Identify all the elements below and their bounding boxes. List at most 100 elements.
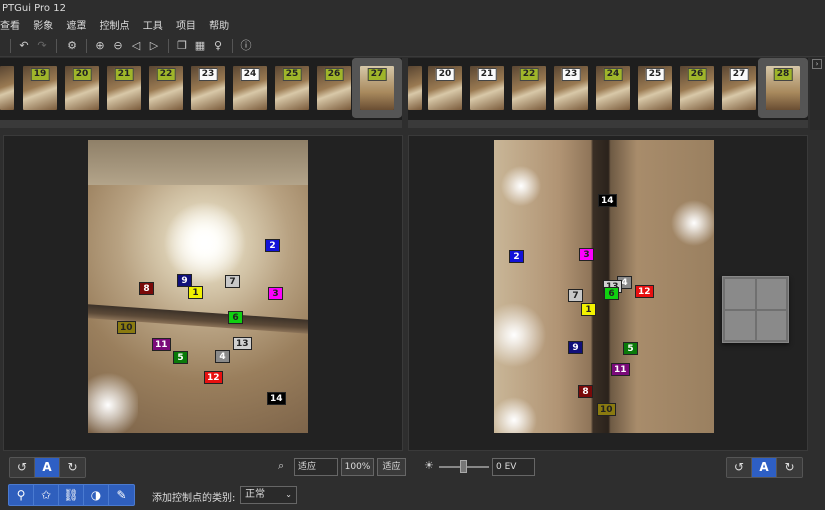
right-strip-scrollbar[interactable]	[408, 120, 808, 128]
pin-icon[interactable]: ⚲	[9, 485, 34, 505]
control-point-3[interactable]: 3	[579, 248, 594, 261]
thumbnail-25[interactable]: 25	[638, 66, 672, 110]
menu-view[interactable]: 查看	[0, 18, 20, 35]
left-strip-scrollbar[interactable]	[0, 120, 402, 128]
thumbnail-22[interactable]: 22	[149, 66, 183, 110]
control-point-7[interactable]: 7	[568, 289, 583, 302]
rotate-ccw-button[interactable]: ↺	[10, 458, 35, 477]
control-point-8[interactable]: 8	[139, 282, 154, 295]
control-point-2[interactable]: 2	[265, 239, 280, 252]
thumbnail-partial[interactable]	[0, 66, 14, 110]
exposure-slider-thumb[interactable]	[460, 460, 467, 473]
control-point-3[interactable]: 3	[268, 287, 283, 300]
control-point-12[interactable]: 12	[204, 371, 223, 384]
thumbnail-24[interactable]: 24	[233, 66, 267, 110]
control-point-8[interactable]: 8	[578, 385, 593, 398]
left-image[interactable]: 2 9 7 8 1 3 6 10 11 13 5 4 12 14	[88, 140, 308, 433]
exposure-input[interactable]: 0 EV	[492, 458, 535, 476]
lightbulb-icon[interactable]: ♀	[210, 38, 226, 54]
strip-vertical-scroll[interactable]: ›	[810, 57, 825, 130]
thumbnail-21[interactable]: 21	[470, 66, 504, 110]
undo-icon[interactable]: ↶	[16, 38, 32, 54]
control-point-9[interactable]: 9	[568, 341, 583, 354]
next-icon[interactable]: ▷	[146, 38, 162, 54]
control-point-12[interactable]: 12	[635, 285, 654, 298]
grid-cell[interactable]	[756, 279, 786, 309]
control-point-6[interactable]: 6	[604, 287, 619, 300]
rotate-cw-button[interactable]: ↻	[60, 458, 85, 477]
contrast-icon[interactable]: ◑	[84, 485, 109, 505]
star-icon[interactable]: ✩	[34, 485, 59, 505]
thumbnail-21[interactable]: 21	[107, 66, 141, 110]
thumbnail-27[interactable]: 27	[722, 66, 756, 110]
zoom-out-icon[interactable]: ⊖	[110, 38, 126, 54]
thumbnail-label: 27	[729, 68, 749, 81]
grid-cell[interactable]	[725, 310, 755, 340]
grid-cell[interactable]	[725, 279, 755, 309]
thumbnail-26[interactable]: 26	[680, 66, 714, 110]
auto-rotate-button[interactable]: A	[35, 458, 60, 477]
control-point-5[interactable]: 5	[173, 351, 188, 364]
control-point-14[interactable]: 14	[267, 392, 286, 405]
windows-icon[interactable]: ❐	[174, 38, 190, 54]
control-point-1[interactable]: 1	[581, 303, 596, 316]
control-point-11[interactable]: 11	[611, 363, 630, 376]
table-icon[interactable]: ▦	[192, 38, 208, 54]
thumbnail-partial[interactable]	[408, 66, 422, 110]
thumbnail-26[interactable]: 26	[317, 66, 351, 110]
redo-icon[interactable]: ↷	[34, 38, 50, 54]
thumbnail-25[interactable]: 25	[275, 66, 309, 110]
zoom-in-icon[interactable]: ⊕	[92, 38, 108, 54]
zoom-input[interactable]: 适应	[294, 458, 338, 476]
control-point-4[interactable]: 4	[215, 350, 230, 363]
zoom-100-button[interactable]: 100%	[341, 458, 374, 476]
cp-tool-group: ⚲ ✩ ⛓ ◑ ✎	[8, 484, 135, 506]
control-point-11[interactable]: 11	[152, 338, 171, 351]
previous-icon[interactable]: ◁	[128, 38, 144, 54]
control-point-7[interactable]: 7	[225, 275, 240, 288]
control-point-14[interactable]: 14	[598, 194, 617, 207]
thumbnail-20[interactable]: 20	[428, 66, 462, 110]
menu-mask[interactable]: 遮罩	[66, 18, 86, 35]
menu-control-points[interactable]: 控制点	[100, 18, 130, 35]
thumbnail-19[interactable]: 19	[23, 66, 57, 110]
image-layout-widget[interactable]	[722, 276, 789, 343]
rotate-cw-button[interactable]: ↻	[777, 458, 802, 477]
control-point-6[interactable]: 6	[228, 311, 243, 324]
rotate-ccw-button[interactable]: ↺	[727, 458, 752, 477]
thumbnail-label: 24	[603, 68, 623, 81]
grid-cell[interactable]	[756, 310, 786, 340]
thumbnail-label: 20	[72, 68, 92, 81]
link-icon[interactable]: ⛓	[59, 485, 84, 505]
cp-type-select[interactable]: 正常 ⌄	[240, 486, 297, 504]
left-rotate-group: ↺ A ↻	[9, 457, 86, 478]
thumbnail-28-selected[interactable]: 28	[766, 66, 800, 110]
control-point-1[interactable]: 1	[188, 286, 203, 299]
zoom-fit-button[interactable]: 适应	[377, 458, 406, 476]
thumbnail-label: 28	[773, 68, 793, 81]
settings-icon[interactable]: ⚙	[64, 38, 80, 54]
thumbnail-20[interactable]: 20	[65, 66, 99, 110]
menu-help[interactable]: 帮助	[209, 18, 229, 35]
thumbnail-23[interactable]: 23	[191, 66, 225, 110]
menu-project[interactable]: 项目	[176, 18, 196, 35]
thumbnail-22[interactable]: 22	[512, 66, 546, 110]
menu-tools[interactable]: 工具	[143, 18, 163, 35]
thumbnail-23[interactable]: 23	[554, 66, 588, 110]
right-image[interactable]: 14 2 3 4 13 6 12 7 1 9 5 11 8 10	[494, 140, 714, 433]
eyedropper-icon[interactable]: ✎	[109, 485, 134, 505]
control-point-2[interactable]: 2	[509, 250, 524, 263]
control-point-10[interactable]: 10	[597, 403, 616, 416]
control-point-13[interactable]: 13	[233, 337, 252, 350]
auto-rotate-button[interactable]: A	[752, 458, 777, 477]
thumbnail-label: 22	[156, 68, 176, 81]
scroll-arrow-icon[interactable]: ›	[812, 59, 822, 69]
thumbnail-24[interactable]: 24	[596, 66, 630, 110]
help-icon[interactable]: ⓘ	[238, 38, 254, 54]
thumbnail-27-selected[interactable]: 27	[360, 66, 394, 110]
thumbnail-label: 27	[367, 68, 387, 81]
control-point-10[interactable]: 10	[117, 321, 136, 334]
control-point-5[interactable]: 5	[623, 342, 638, 355]
menu-images[interactable]: 影象	[33, 18, 53, 35]
thumbnail-label: 25	[645, 68, 665, 81]
